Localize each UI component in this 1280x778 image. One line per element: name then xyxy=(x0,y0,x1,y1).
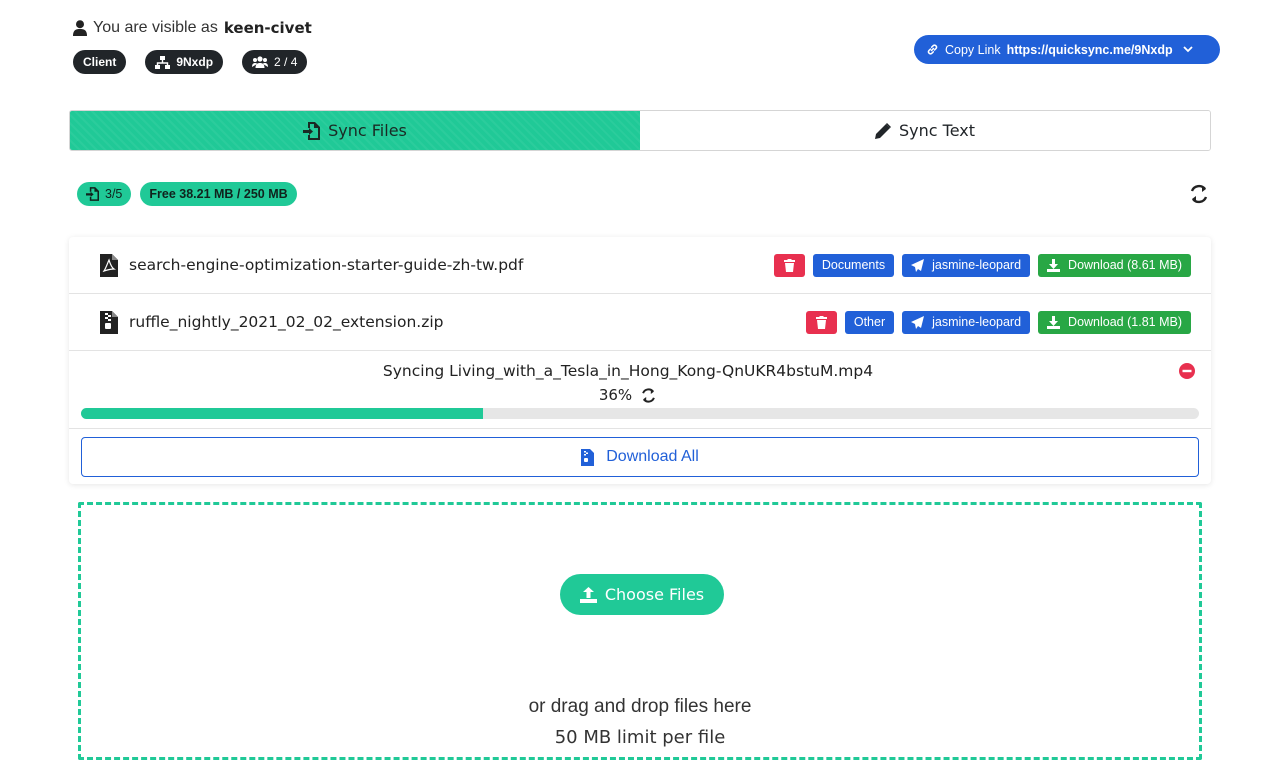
file-import-icon xyxy=(303,121,321,140)
download-button[interactable]: Download (8.61 MB) xyxy=(1038,253,1191,277)
file-row: search-engine-optimization-starter-guide… xyxy=(69,237,1211,294)
sync-percent: 36% xyxy=(598,386,633,404)
uploader-button[interactable]: jasmine-leopard xyxy=(902,253,1031,277)
sync-progress-block: Syncing Living_with_a_Tesla_in_Hong_Kong… xyxy=(69,351,1211,429)
paper-plane-icon xyxy=(911,258,925,272)
copy-link-label: Copy Link xyxy=(945,42,1001,57)
paper-plane-icon xyxy=(911,315,925,329)
tab-sync-text[interactable]: Sync Text xyxy=(640,111,1210,150)
chevron-down-icon xyxy=(1182,46,1193,53)
download-label: Download (8.61 MB) xyxy=(1068,258,1182,272)
visibility-line: You are visible as keen-civet xyxy=(73,19,312,37)
role-badge: Client xyxy=(73,50,127,74)
file-pdf-icon xyxy=(100,254,118,277)
progress-bar xyxy=(81,408,1199,419)
participants-count: 2 / 4 xyxy=(274,55,298,69)
progress-fill xyxy=(81,408,484,419)
download-all-label: Download All xyxy=(606,448,699,465)
file-name: search-engine-optimization-starter-guide… xyxy=(129,256,524,274)
download-icon xyxy=(1047,258,1061,272)
category-label: Other xyxy=(853,315,886,329)
sync-spinner-icon xyxy=(642,387,656,403)
role-badge-label: Client xyxy=(83,55,117,69)
storage-badge: Free 38.21 MB / 250 MB xyxy=(140,182,297,206)
room-code: 9Nxdp xyxy=(176,55,214,69)
storage-stats: 3/5 Free 38.21 MB / 250 MB xyxy=(77,182,297,206)
tab-sync-files-label: Sync Files xyxy=(328,121,407,140)
tab-sync-text-label: Sync Text xyxy=(898,121,975,140)
participants-badge: 2 / 4 xyxy=(242,50,308,74)
network-icon xyxy=(155,55,171,69)
delete-button[interactable] xyxy=(805,310,837,334)
category-badge[interactable]: Documents xyxy=(812,253,895,277)
users-icon xyxy=(252,56,269,68)
uploader-button[interactable]: jasmine-leopard xyxy=(902,310,1031,334)
file-actions: Documents jasmine-leopard Download (8.61… xyxy=(773,253,1191,277)
upload-icon xyxy=(579,586,597,603)
delete-button[interactable] xyxy=(773,253,805,277)
file-actions: Other jasmine-leopard Download (1.81 MB) xyxy=(805,310,1191,334)
copy-link-url: https://quicksync.me/9Nxdp xyxy=(1006,42,1173,57)
download-label: Download (1.81 MB) xyxy=(1068,315,1182,329)
category-badge[interactable]: Other xyxy=(844,310,895,334)
uploader-name: jasmine-leopard xyxy=(932,258,1022,272)
refresh-icon[interactable] xyxy=(1188,183,1210,205)
uploader-name: jasmine-leopard xyxy=(932,315,1022,329)
files-card: search-engine-optimization-starter-guide… xyxy=(69,237,1211,484)
cancel-sync-icon[interactable] xyxy=(1179,363,1195,379)
storage-text: Free 38.21 MB / 250 MB xyxy=(149,187,288,201)
pencil-icon xyxy=(874,122,891,139)
download-button[interactable]: Download (1.81 MB) xyxy=(1038,310,1191,334)
drag-drop-hint: or drag and drop files here xyxy=(528,696,752,717)
file-count: 3/5 xyxy=(105,187,123,201)
trash-icon xyxy=(783,258,795,272)
sync-percent-line: 36% xyxy=(69,386,1187,404)
category-label: Documents xyxy=(821,258,886,272)
file-count-badge: 3/5 xyxy=(77,182,132,206)
file-import-icon xyxy=(86,187,99,201)
choose-files-button[interactable]: Choose Files xyxy=(560,574,724,615)
file-dropzone[interactable]: Choose Files or drag and drop files here… xyxy=(78,502,1202,760)
choose-files-label: Choose Files xyxy=(604,585,705,604)
trash-icon xyxy=(815,315,827,329)
room-code-badge: 9Nxdp xyxy=(145,50,224,74)
mode-tabs: Sync Files Sync Text xyxy=(69,110,1211,151)
tab-sync-files[interactable]: Sync Files xyxy=(70,111,640,150)
file-zip-icon xyxy=(100,311,118,334)
file-archive-icon xyxy=(581,448,595,466)
visibility-prefix: You are visible as xyxy=(93,19,218,36)
session-badges: Client 9Nxdp 2 / 4 xyxy=(73,50,308,74)
sync-title: Syncing Living_with_a_Tesla_in_Hong_Kong… xyxy=(382,362,874,380)
username: keen-civet xyxy=(223,19,312,37)
link-icon xyxy=(927,44,938,55)
file-name: ruffle_nightly_2021_02_02_extension.zip xyxy=(129,313,444,331)
copy-link-button[interactable]: Copy Link https://quicksync.me/9Nxdp xyxy=(914,35,1220,64)
user-icon xyxy=(73,20,87,36)
download-all-button[interactable]: Download All xyxy=(81,437,1199,477)
file-row: ruffle_nightly_2021_02_02_extension.zip … xyxy=(69,294,1211,351)
file-size-limit: 50 MB limit per file xyxy=(554,727,726,748)
download-icon xyxy=(1047,315,1061,329)
